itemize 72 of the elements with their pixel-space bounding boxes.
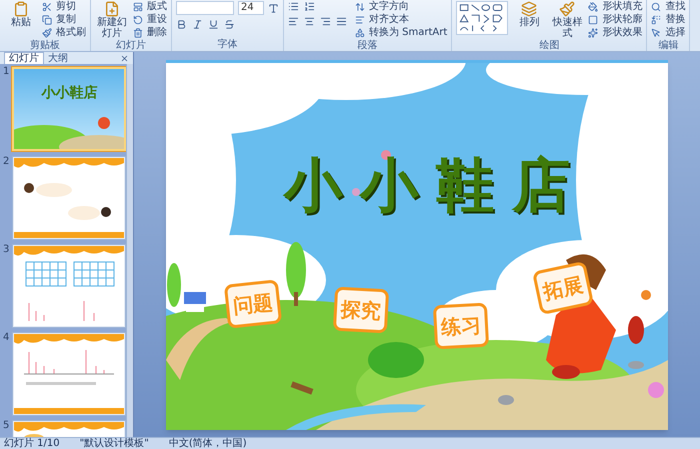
font-size-field[interactable]: 24 (238, 1, 264, 15)
ribbon-group-label: 幻灯片 (115, 40, 147, 51)
ribbon-small-button[interactable]: 格式刷 (42, 27, 86, 39)
ribbon-small-button[interactable]: 删除 (133, 27, 167, 39)
ribbon-group-label: 字体 (216, 39, 238, 50)
slide-number: 3 (3, 244, 10, 256)
slide-number: 4 (3, 332, 10, 344)
numbered-list-icon[interactable] (304, 1, 315, 12)
ribbon-small-button[interactable]: 形状填充 (588, 1, 642, 13)
thumbnail-title: 小小鞋店 (40, 84, 98, 103)
ribbon-button-icon (588, 28, 598, 38)
ribbon-small-button[interactable]: 形状效果 (588, 27, 642, 39)
ribbon-group-label: 绘图 (538, 40, 560, 51)
ribbon-button-icon (13, 1, 29, 17)
language-label[interactable]: 中文(简体，中国) (168, 438, 247, 449)
font-size-icon[interactable] (268, 2, 279, 14)
ribbon-small-button[interactable]: 转换为 SmartArt (355, 27, 448, 39)
italic-icon[interactable] (192, 19, 203, 30)
ribbon-large-button[interactable]: 排列 (512, 1, 546, 28)
ribbon-small-button[interactable]: 重设 (133, 14, 167, 26)
ribbon-small-button[interactable]: 版式 (133, 1, 167, 13)
ribbon-small-button[interactable]: 文字方向 (355, 1, 448, 13)
justify-icon[interactable] (336, 16, 347, 27)
ribbon-button-icon (104, 1, 120, 17)
slide-title: 小小鞋店 (282, 152, 589, 218)
ribbon-small-button[interactable]: 形状轮廓 (588, 14, 642, 26)
bullet-list-icon[interactable] (288, 1, 299, 12)
ribbon-button-icon (42, 28, 52, 38)
ribbon-large-button[interactable]: 快速样式 (550, 1, 584, 39)
ribbon-button-icon (355, 15, 365, 25)
ribbon-button-icon (588, 2, 598, 12)
ribbon-large-button[interactable]: 新建幻灯片 (95, 1, 129, 39)
ribbon-small-button[interactable]: 复制 (42, 14, 86, 26)
ribbon-button-icon (42, 2, 52, 12)
slide-counter: 幻灯片 1/10 (4, 438, 60, 449)
ribbon-button-icon (559, 1, 576, 17)
ribbon-button-icon (42, 15, 52, 25)
ribbon-button-icon (355, 28, 365, 38)
align-right-icon[interactable] (320, 16, 331, 27)
ribbon-button-icon (651, 15, 662, 25)
scrollbar[interactable] (126, 64, 133, 437)
slide-number: 1 (3, 66, 10, 78)
ribbon-button-icon (651, 28, 662, 38)
theme-name: "默认设计模板" (80, 438, 149, 449)
panel-tab[interactable]: 大纲 (44, 52, 72, 64)
ribbon-small-button[interactable]: 查找 (651, 1, 686, 13)
shapes-gallery[interactable] (456, 1, 508, 35)
ribbon-button-icon (521, 1, 538, 17)
slide-number: 2 (3, 156, 10, 168)
ribbon-group-label: 剪贴板 (29, 40, 61, 51)
font-name-field[interactable] (176, 1, 234, 15)
close-icon[interactable] (120, 54, 129, 62)
ribbon-small-button[interactable]: 剪切 (42, 1, 86, 13)
ribbon-button-icon (133, 15, 143, 25)
bold-icon[interactable] (176, 19, 187, 30)
align-center-icon[interactable] (304, 16, 315, 27)
strikethrough-icon[interactable] (224, 19, 235, 30)
ribbon-button-icon (651, 2, 662, 12)
panel-tab[interactable]: 幻灯片 (4, 52, 44, 64)
ribbon-button-icon (355, 2, 365, 12)
ribbon-button-icon (133, 2, 143, 12)
ribbon-group-label: 编辑 (657, 40, 680, 51)
ribbon-small-button[interactable]: 选择 (651, 27, 686, 39)
ribbon-button-icon (588, 15, 598, 25)
ribbon-small-button[interactable]: 对齐文本 (355, 14, 448, 26)
slide-number: 5 (3, 420, 10, 432)
ribbon-large-button[interactable]: 粘贴 (4, 1, 38, 28)
underline-icon[interactable] (208, 19, 219, 30)
align-left-icon[interactable] (288, 16, 299, 27)
ribbon-small-button[interactable]: 替换 (651, 14, 686, 26)
ribbon-group-label: 段落 (356, 40, 379, 51)
ribbon-button-icon (133, 28, 143, 38)
